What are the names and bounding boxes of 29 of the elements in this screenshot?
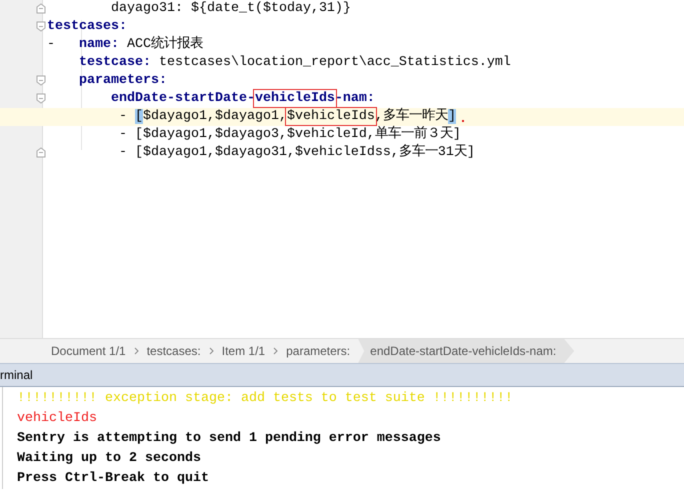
fold-marker-icon[interactable] — [36, 93, 46, 104]
chevron-icon — [208, 347, 214, 355]
breadcrumb-item[interactable]: testcases: — [146, 339, 201, 363]
terminal-title: rminal — [0, 368, 33, 382]
chevron-icon — [134, 347, 139, 355]
code-line: - [$dayago1,$dayago1,$vehicleIds,多车一昨天] — [118, 109, 456, 125]
code-line: testcase: testcases\location_report\acc_Statistics.yml — [78, 55, 511, 71]
chevron-icon — [273, 347, 278, 355]
code-line: endDate-startDate-vehicleIds-nam: — [110, 91, 375, 107]
fold-marker-icon[interactable] — [36, 75, 46, 86]
code-line: parameters: — [78, 73, 167, 89]
code-editor[interactable] — [0, 0, 684, 338]
fold-marker-icon[interactable] — [36, 147, 46, 158]
code-line: testcases: — [47, 19, 127, 35]
breadcrumb-item[interactable]: endDate-startDate-vehicleIds-nam: — [358, 339, 574, 363]
breadcrumb-item[interactable]: Document 1/1 — [51, 339, 126, 363]
terminal-output-line: !!!!!!!!!! exception stage: add tests to test suite !!!!!!!!!! — [17, 390, 514, 408]
terminal-output-line: Waiting up to 2 seconds — [17, 450, 202, 468]
terminal-output-line: vehicleIds — [17, 410, 98, 428]
code-line: - [$dayago1,$dayago3,$vehicleId,单车一前３天] — [118, 127, 461, 143]
code-line: - name: ACC统计报表 — [47, 37, 203, 53]
terminal-output-line: Sentry is attempting to send 1 pending error messages — [17, 430, 442, 448]
breadcrumb-item[interactable]: parameters: — [286, 339, 350, 363]
fold-marker-icon[interactable] — [36, 3, 46, 14]
code-line: - [$dayago1,$dayago31,$vehicleIdss,多车一31天] — [118, 145, 475, 161]
terminal-output-line: Press Ctrl-Break to quit — [17, 470, 210, 488]
breadcrumb-item[interactable]: Item 1/1 — [222, 339, 266, 363]
code-line: dayago31: ${date_t($today,31)} — [110, 1, 351, 17]
fold-marker-icon[interactable] — [36, 21, 46, 32]
